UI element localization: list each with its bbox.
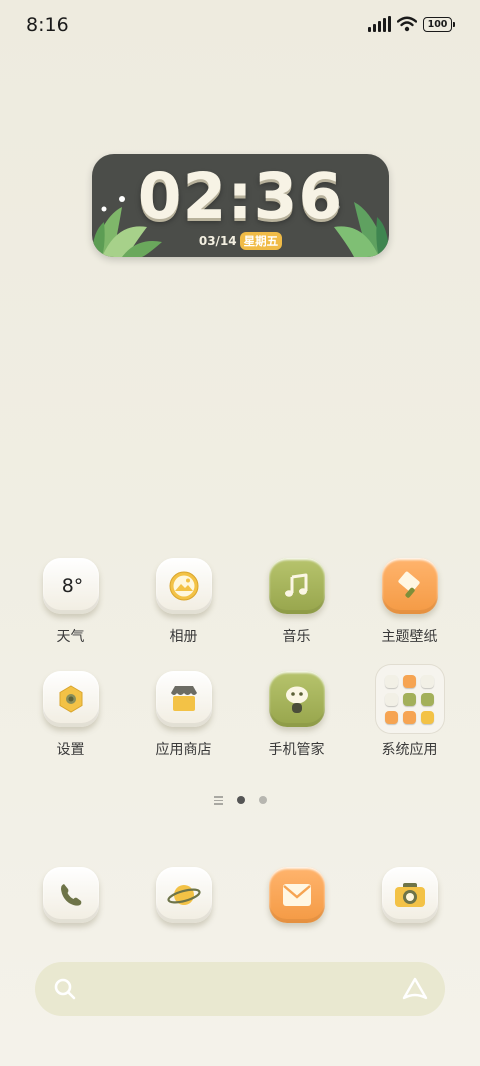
- dock-messages[interactable]: [240, 867, 353, 923]
- page-dot[interactable]: [258, 796, 267, 805]
- page-indicator[interactable]: [0, 796, 480, 805]
- app-label-settings: 设置: [56, 742, 85, 758]
- battery-level: 100: [427, 18, 448, 30]
- status-bar: 8:16 100: [0, 0, 480, 50]
- folder-mini-icon: [421, 710, 434, 724]
- app-store-icon[interactable]: [155, 671, 212, 727]
- weather-icon[interactable]: 8°: [42, 558, 99, 614]
- page-menu-icon[interactable]: [213, 796, 223, 805]
- browser-planet-icon[interactable]: [155, 867, 212, 923]
- battery-icon: 100: [423, 16, 455, 32]
- folder-mini-icon: [385, 692, 398, 706]
- app-settings[interactable]: 设置: [14, 671, 127, 759]
- folder-mini-icon: [403, 692, 416, 706]
- music-icon[interactable]: [268, 558, 325, 614]
- app-label-gallery: 相册: [169, 629, 198, 645]
- dock: [14, 867, 466, 923]
- app-label-theme: 主题壁纸: [381, 629, 438, 645]
- page-dot-active[interactable]: [236, 796, 245, 805]
- app-music[interactable]: 音乐: [240, 558, 353, 646]
- folder-mini-icon: [421, 692, 434, 706]
- folder-mini-icon: [385, 674, 398, 688]
- app-grid-row-1: 8° 天气 相册 音乐 主题壁纸: [14, 558, 466, 646]
- dock-camera[interactable]: [353, 867, 466, 923]
- clock-date: 03/14: [198, 234, 237, 248]
- phone-icon[interactable]: [42, 867, 99, 923]
- clock-widget[interactable]: 02:36 03/14 星期五: [92, 154, 389, 257]
- theme-brush-icon[interactable]: [381, 558, 438, 614]
- app-label-music: 音乐: [282, 629, 311, 645]
- status-time: 8:16: [26, 14, 69, 36]
- camera-icon[interactable]: [381, 867, 438, 923]
- app-gallery[interactable]: 相册: [127, 558, 240, 646]
- app-label-store: 应用商店: [155, 742, 212, 758]
- app-label-system-folder: 系统应用: [381, 742, 438, 758]
- dock-browser[interactable]: [127, 867, 240, 923]
- app-phone-manager[interactable]: 手机管家: [240, 671, 353, 759]
- system-apps-folder[interactable]: [374, 664, 445, 734]
- app-theme[interactable]: 主题壁纸: [353, 558, 466, 646]
- wifi-icon: [397, 16, 417, 32]
- messages-envelope-icon[interactable]: [268, 867, 325, 923]
- app-store[interactable]: 应用商店: [127, 671, 240, 759]
- signal-icon: [368, 16, 391, 32]
- search-bar[interactable]: [35, 962, 445, 1016]
- folder-mini-icon: [421, 674, 434, 688]
- app-label-weather: 天气: [56, 629, 85, 645]
- settings-gear-icon[interactable]: [42, 671, 99, 727]
- app-grid-row-2: 设置 应用商店 手机管家 系统应用: [14, 664, 466, 759]
- folder-mini-icon: [403, 674, 416, 688]
- folder-mini-icon: [385, 710, 398, 724]
- search-icon[interactable]: [53, 977, 77, 1001]
- gallery-icon[interactable]: [155, 558, 212, 614]
- folder-mini-icon: [403, 710, 416, 724]
- weather-temperature: 8°: [61, 575, 84, 597]
- app-weather[interactable]: 8° 天气: [14, 558, 127, 646]
- clock-weekday: 星期五: [239, 232, 283, 250]
- phone-manager-icon[interactable]: [268, 671, 325, 727]
- clock-time: 02:36: [137, 160, 344, 233]
- app-label-phone-manager: 手机管家: [268, 742, 325, 758]
- app-system-folder[interactable]: 系统应用: [353, 664, 466, 759]
- dock-phone[interactable]: [14, 867, 127, 923]
- assistant-icon[interactable]: [401, 976, 429, 1002]
